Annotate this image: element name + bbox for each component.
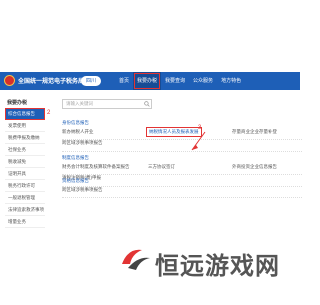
- sidebar: 我要办税 综合信息报告 发票使用 税费申报及缴纳 社保业务 税收减免 证明开具 …: [5, 98, 45, 228]
- site-title: 全国统一规范电子税务局: [18, 79, 85, 85]
- link-foreign-investment[interactable]: 外商投资企业信息报告: [232, 164, 277, 170]
- nav-public-service[interactable]: 公众服务: [189, 72, 217, 90]
- nav-local-features[interactable]: 地方特色: [217, 72, 245, 90]
- link-cross-region-report-2[interactable]: 跨区域涉税事项报告: [62, 187, 103, 193]
- table-row: 跨区域涉税事项报告: [62, 184, 302, 198]
- nav-home[interactable]: 首页: [115, 72, 133, 90]
- table-row: 跨区域涉税事项报告: [62, 138, 302, 152]
- search-input[interactable]: 请输入关键词: [62, 99, 152, 109]
- sidebar-item-certificate[interactable]: 证明开具: [5, 168, 45, 180]
- sidebar-item-social-security[interactable]: 社保业务: [5, 144, 45, 156]
- link-accounting-system[interactable]: 财务会计制度及核算软件备案报告: [62, 164, 130, 170]
- watermark: 恒远游戏网: [110, 238, 300, 280]
- link-cross-region-report[interactable]: 跨区域涉税事项报告: [62, 140, 103, 146]
- tax-emblem-icon: [4, 75, 15, 86]
- watermark-text: 恒远游戏网: [155, 252, 280, 280]
- sidebar-item-tax-refund[interactable]: 一般退税管理: [5, 192, 45, 204]
- sidebar-item-legal-remedy[interactable]: 法律追索救济事项: [5, 204, 45, 216]
- watermark-logo-icon: [122, 249, 150, 270]
- main-nav: 首页 我要办税 我要查询 公众服务 地方特色: [115, 72, 245, 90]
- sidebar-item-tax-relief[interactable]: 税收减免: [5, 156, 45, 168]
- link-tripartite-agreement[interactable]: 三方协议签订: [148, 164, 175, 170]
- top-header: 全国统一规范电子税务局 四川 首页 我要办税 我要查询 公众服务 地方特色: [0, 72, 300, 90]
- sidebar-item-admin-license[interactable]: 税务行政许可: [5, 180, 45, 192]
- region-button[interactable]: 四川: [81, 76, 102, 86]
- sidebar-item-tax-declaration[interactable]: 税费申报及缴纳: [5, 132, 45, 144]
- search-placeholder: 请输入关键词: [66, 101, 93, 106]
- sidebar-item-comprehensive-report[interactable]: 综合信息报告: [5, 108, 45, 120]
- nav-tax-handling[interactable]: 我要办税: [133, 72, 162, 90]
- search-icon[interactable]: [144, 101, 150, 107]
- step-marker-2: 2: [47, 110, 51, 116]
- sidebar-item-incremental[interactable]: 增量业务: [5, 216, 45, 228]
- link-taxpayer-report[interactable]: 纳税情况人员及报表发展: [146, 127, 202, 137]
- link-new-taxpayer[interactable]: 新办纳税人开业: [62, 129, 94, 135]
- step-marker-3: 3: [198, 125, 202, 131]
- nav-query[interactable]: 我要查询: [161, 72, 189, 90]
- sidebar-title: 我要办税: [7, 100, 28, 106]
- sidebar-item-invoice[interactable]: 发票使用: [5, 120, 45, 132]
- link-existing-enterprise[interactable]: 存量商业企业存量补登: [232, 129, 277, 135]
